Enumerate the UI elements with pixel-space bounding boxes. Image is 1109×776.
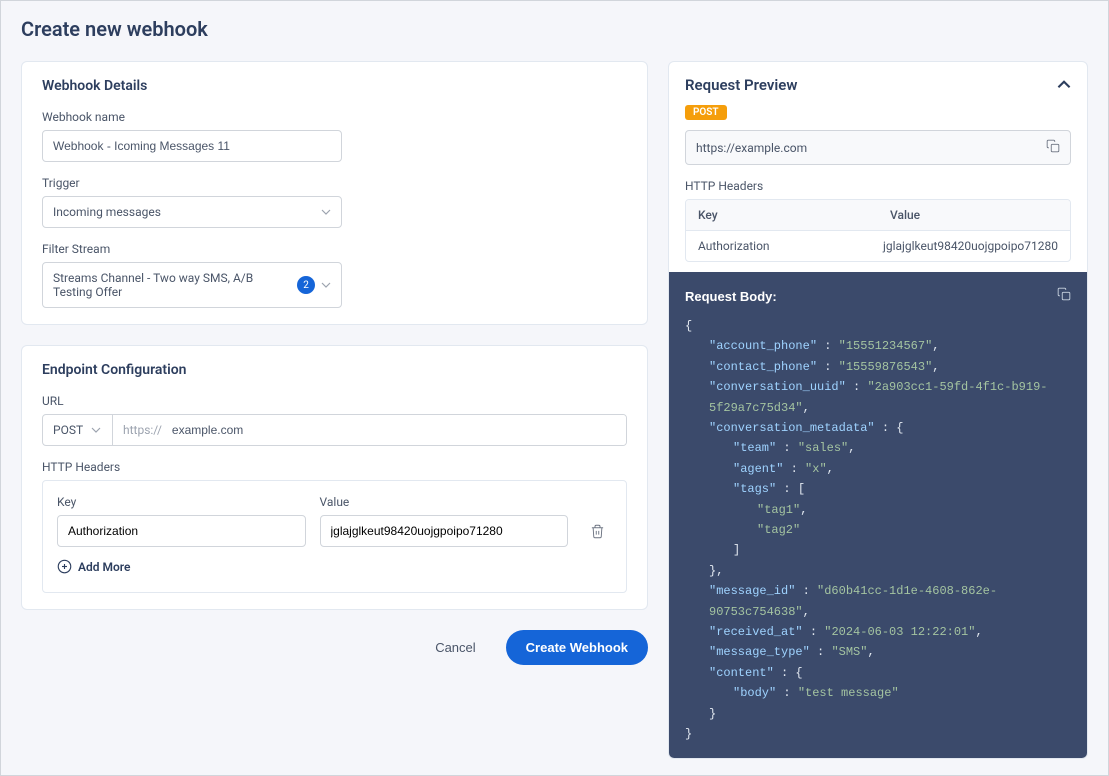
copy-icon — [1046, 139, 1060, 153]
preview-header-value: jglajglkeut98420uojgpoipo71280 — [871, 230, 1070, 261]
json-account-phone: 15551234567 — [846, 339, 925, 353]
header-value-label: Value — [320, 495, 569, 509]
json-body: { "account_phone" : "15551234567", "cont… — [685, 316, 1071, 744]
json-received-at: 2024-06-03 12:22:01 — [831, 625, 968, 639]
preview-headers-table: Key Value Authorization jglajglkeut98420… — [685, 199, 1071, 262]
copy-icon — [1057, 287, 1071, 301]
json-tag1: tag1 — [764, 503, 793, 517]
trash-icon — [590, 524, 605, 539]
add-more-label: Add More — [78, 560, 130, 574]
endpoint-config-card: Endpoint Configuration URL POST https://… — [21, 345, 648, 610]
json-agent: x — [812, 462, 819, 476]
url-input-group: POST https:// — [42, 414, 627, 446]
request-body: Request Body: { "account_phone" : "15551… — [669, 272, 1087, 758]
preview-header-row: Authorization jglajglkeut98420uojgpoipo7… — [686, 230, 1070, 261]
preview-url-text: https://example.com — [696, 141, 807, 155]
header-key-label: Key — [57, 495, 306, 509]
json-content-body: test message — [805, 686, 891, 700]
add-header-button[interactable]: Add More — [57, 559, 130, 574]
http-method-value: POST — [53, 423, 83, 437]
filter-count-badge: 2 — [297, 276, 315, 294]
chevron-down-icon — [321, 280, 331, 290]
cancel-button[interactable]: Cancel — [415, 630, 495, 665]
chevron-down-icon — [321, 207, 331, 217]
request-preview-title: Request Preview — [685, 76, 797, 94]
preview-url-display: https://example.com — [685, 130, 1071, 165]
trigger-label: Trigger — [42, 176, 627, 190]
method-badge: POST — [685, 105, 727, 120]
preview-key-header: Key — [686, 200, 878, 230]
header-row — [57, 515, 612, 547]
delete-header-button[interactable] — [582, 524, 612, 539]
endpoint-config-title: Endpoint Configuration — [42, 362, 627, 378]
trigger-select[interactable]: Incoming messages — [42, 196, 342, 228]
webhook-name-input[interactable] — [42, 130, 342, 162]
filter-stream-value: Streams Channel - Two way SMS, A/B Testi… — [53, 271, 291, 299]
request-body-label: Request Body: — [685, 286, 777, 308]
copy-url-button[interactable] — [1046, 139, 1060, 156]
preview-value-header: Value — [878, 200, 1070, 230]
chevron-up-icon — [1057, 80, 1071, 89]
request-preview-card: Request Preview POST https://example.com… — [668, 61, 1088, 759]
webhook-details-title: Webhook Details — [42, 78, 627, 94]
json-contact-phone: 15559876543 — [846, 360, 925, 374]
filter-stream-label: Filter Stream — [42, 242, 627, 256]
header-key-input[interactable] — [57, 515, 306, 547]
filter-stream-select[interactable]: Streams Channel - Two way SMS, A/B Testi… — [42, 262, 342, 308]
http-headers-label: HTTP Headers — [42, 460, 627, 474]
url-label: URL — [42, 394, 627, 408]
copy-body-button[interactable] — [1057, 286, 1071, 308]
preview-headers-label: HTTP Headers — [685, 179, 1071, 193]
plus-circle-icon — [57, 559, 72, 574]
json-team: sales — [805, 441, 841, 455]
page-title: Create new webhook — [21, 17, 1088, 41]
trigger-value: Incoming messages — [53, 205, 161, 219]
json-tag2: tag2 — [764, 523, 793, 537]
url-prefix: https:// — [113, 415, 168, 445]
header-value-input[interactable] — [320, 515, 569, 547]
url-input[interactable] — [168, 415, 626, 445]
chevron-down-icon — [91, 425, 101, 435]
preview-header-key: Authorization — [686, 230, 871, 261]
collapse-button[interactable] — [1057, 78, 1071, 93]
webhook-name-label: Webhook name — [42, 110, 627, 124]
create-webhook-button[interactable]: Create Webhook — [506, 630, 648, 665]
http-method-select[interactable]: POST — [43, 415, 113, 445]
webhook-details-card: Webhook Details Webhook name Trigger Inc… — [21, 61, 648, 325]
json-message-type: SMS — [839, 645, 861, 659]
